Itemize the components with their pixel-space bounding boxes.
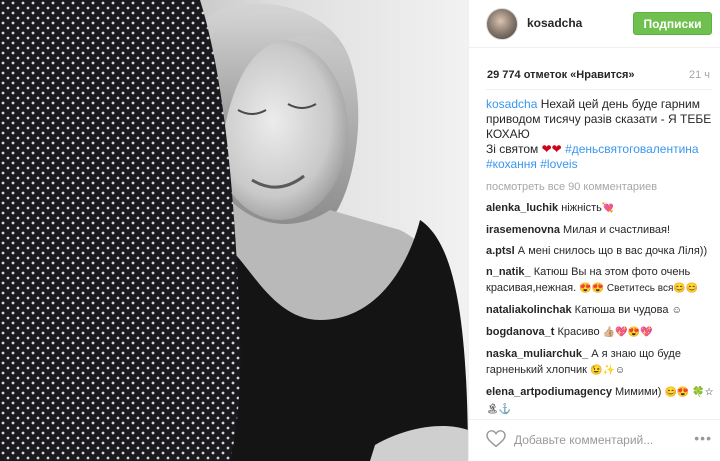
comment-username[interactable]: irasemenovna	[486, 224, 560, 236]
post-header: kosadcha Подписки	[469, 0, 720, 48]
comment-item: a.ptsl А мені снилось що в вас дочка Ліл…	[486, 243, 714, 259]
photo-illustration	[0, 0, 468, 461]
comment-item: elena_artpodiumagency Мимими) 😊😍 🍀☆🏝⚓	[486, 384, 714, 418]
hearts-emoji: ❤❤	[541, 142, 562, 156]
comment-username[interactable]: naska_muliarchuk_	[486, 348, 588, 360]
comment-username[interactable]: elena_artpodiumagency	[486, 386, 612, 398]
username[interactable]: kosadcha	[527, 16, 582, 30]
comment-text: Красиво	[557, 326, 600, 338]
post-photo[interactable]	[0, 0, 468, 461]
comment-text: Милая и счастливая!	[563, 224, 671, 236]
comment-text: Мимими)	[615, 386, 662, 398]
comment-username[interactable]: alenka_luchik	[486, 202, 558, 214]
caption: kosadcha Нехай цей день буде гарним прив…	[486, 97, 714, 172]
add-comment-bar: •••	[469, 419, 720, 461]
divider	[486, 89, 712, 90]
caption-username[interactable]: kosadcha	[486, 97, 537, 111]
follow-button[interactable]: Подписки	[633, 12, 712, 35]
comment-emoji: 😍😍 Светитесь вся😊😊	[579, 283, 699, 294]
view-all-comments-link[interactable]: посмотреть все 90 комментариев	[486, 179, 714, 195]
comment-item: bogdanova_t Красиво 👍🏼💖😍💖	[486, 324, 714, 341]
comments-list: kosadcha Нехай цей день буде гарним прив…	[486, 97, 714, 423]
post-sidebar: kosadcha Подписки 29 774 отметок «Нравит…	[468, 0, 720, 461]
comment-item: nataliakolinchak Катюша ви чудова ☺	[486, 302, 714, 319]
comment-emoji: 💘	[601, 203, 615, 214]
comment-item: naska_muliarchuk_ А я знаю що буде гарне…	[486, 346, 714, 379]
comment-emoji: 😉✨☺	[590, 365, 626, 376]
comment-username[interactable]: a.ptsl	[486, 245, 515, 257]
comment-username[interactable]: n_natik_	[486, 266, 531, 278]
comment-emoji: ☺	[671, 305, 682, 316]
comment-text: ніжність	[561, 202, 602, 214]
avatar[interactable]	[486, 8, 518, 40]
comment-username[interactable]: bogdanova_t	[486, 326, 554, 338]
comment-input[interactable]	[514, 429, 664, 451]
hashtag-link[interactable]: #loveis	[540, 157, 577, 171]
likes-count[interactable]: 29 774 отметок «Нравится»	[487, 69, 635, 81]
more-options-icon[interactable]: •••	[694, 430, 712, 446]
comment-item: irasemenovna Милая и счастливая!	[486, 222, 714, 238]
like-heart-icon[interactable]	[486, 430, 506, 448]
caption-line2: Зі святом	[486, 142, 539, 156]
comment-text: А мені снилось що в вас дочка Ліля))	[517, 245, 708, 257]
hashtag-link[interactable]: #кохання	[486, 157, 537, 171]
hashtag-link[interactable]: #деньсвятоговалентина	[565, 142, 699, 156]
comment-item: n_natik_ Катюш Вы на этом фото очень кра…	[486, 264, 714, 297]
comment-emoji: 👍🏼💖😍💖	[602, 327, 653, 338]
post-meta: 29 774 отметок «Нравится» 21 ч	[469, 60, 720, 90]
comment-text: Катюша ви чудова	[574, 304, 669, 316]
post-time[interactable]: 21 ч	[689, 69, 710, 81]
comment-username[interactable]: nataliakolinchak	[486, 304, 572, 316]
comment-item: alenka_luchik ніжність💘	[486, 200, 714, 217]
